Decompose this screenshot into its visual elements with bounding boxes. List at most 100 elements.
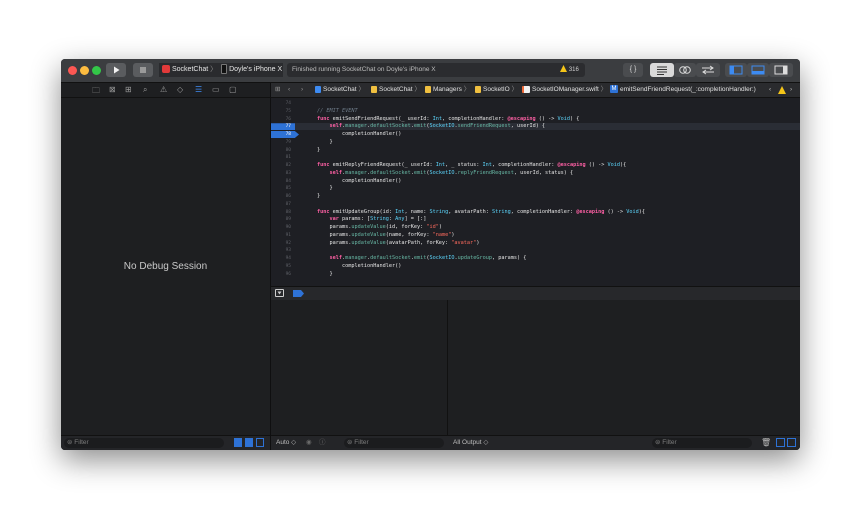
filter-option-3-icon[interactable] — [256, 438, 264, 447]
breadcrumb-managers[interactable]: Managers 〉 — [425, 83, 470, 97]
device-name: Doyle's iPhone X — [229, 66, 283, 73]
previous-issue-icon[interactable]: ‹ — [769, 83, 771, 97]
line-number: 87 — [285, 201, 291, 207]
debug-panel-icon — [751, 65, 765, 75]
test-icon[interactable]: ◇ — [177, 85, 183, 94]
hide-debug-area-icon[interactable] — [275, 289, 284, 297]
warning-icon — [560, 65, 567, 72]
console-filter-placeholder: Filter — [662, 439, 677, 446]
related-items-icon[interactable]: ⊞ — [275, 83, 280, 97]
breakpoints-active-icon[interactable] — [293, 290, 305, 297]
debug-icon[interactable]: ☰ — [195, 85, 202, 94]
version-arrows-icon — [702, 65, 714, 75]
scope-selector[interactable]: Auto ◇ — [276, 436, 296, 450]
code-line: params.updateValue(name, forKey: "name") — [317, 231, 455, 238]
line-number: 82 — [285, 163, 291, 168]
scheme-separator: 〉 — [210, 66, 218, 73]
line-number: 90 — [285, 225, 291, 230]
navigator-filter-field[interactable]: ⊜ Filter — [64, 438, 224, 448]
xcode-window: SocketChat 〉 Doyle's iPhone X Finished r… — [61, 59, 800, 450]
breadcrumb-method-label: emitSendFriendRequest(_:completionHandle… — [620, 86, 756, 93]
navigator-filter-bar: ⊜ Filter — [61, 435, 270, 450]
line-number-gutter[interactable]: 74 75 76 77 78 79 80 81 82 83 84 85 86 87 88 89 90 91 92 93… — [271, 98, 299, 286]
toggle-debug-area-button[interactable] — [747, 63, 769, 77]
code-line: self.manager.defaultSocket.emit(SocketIO… — [329, 255, 527, 261]
version-editor-button[interactable] — [696, 63, 720, 77]
editor-lines-icon — [657, 66, 667, 75]
debug-bottom-bar: Auto ◇ ◉ ⓘ ⊜ Filter All Output ◇ ⊜ Filte… — [271, 435, 800, 450]
standard-editor-button[interactable] — [650, 63, 674, 77]
breakpoint-icon[interactable]: ▭ — [212, 85, 220, 94]
code-line: } — [317, 193, 321, 199]
line-number: 81 — [285, 155, 291, 161]
code-line: completionHandler() — [317, 262, 402, 269]
line-number: 76 — [285, 116, 291, 122]
back-arrow-icon[interactable]: ‹ — [288, 83, 290, 97]
filter-option-2-icon[interactable] — [245, 438, 253, 447]
scheme-selector[interactable]: SocketChat 〉 Doyle's iPhone X — [159, 63, 283, 77]
breadcrumb-socketio[interactable]: SocketIO 〉 — [475, 83, 518, 97]
navigator-panel-icon — [729, 65, 743, 75]
issue-warning-icon[interactable] — [778, 86, 786, 94]
warning-indicator[interactable]: 316 — [560, 63, 579, 77]
show-console-icon[interactable] — [787, 438, 796, 447]
stop-button[interactable] — [133, 63, 153, 77]
activity-status: Finished running SocketChat on Doyle's i… — [287, 63, 585, 77]
swift-file-icon — [522, 85, 530, 93]
folder-icon[interactable]: 🗀 — [92, 85, 100, 99]
toggle-inspector-button[interactable] — [769, 63, 793, 77]
line-number: 75 — [285, 108, 291, 114]
source-control-icon[interactable]: ⊠ — [109, 85, 116, 94]
iphone-icon — [221, 64, 228, 75]
symbol-icon[interactable]: ⊞ — [125, 85, 132, 94]
folder-icon — [475, 85, 481, 93]
status-text: Finished running SocketChat on Doyle's i… — [292, 66, 436, 73]
variables-view[interactable] — [271, 300, 448, 436]
source-editor[interactable]: 74 75 76 77 78 79 80 81 82 83 84 85 86 87 88 89 90 91 92 93… — [271, 98, 800, 286]
toggle-navigator-button[interactable] — [725, 63, 747, 77]
code-line: func emitSendFriendRequest(_ userId: Int… — [317, 115, 580, 122]
line-number: 95 — [285, 263, 291, 269]
info-icon[interactable]: ⓘ — [319, 436, 326, 450]
filter-option-1-icon[interactable] — [234, 438, 242, 447]
run-button[interactable] — [106, 63, 126, 77]
assistant-editor-button[interactable] — [674, 63, 696, 77]
navigator-filter-placeholder: Filter — [74, 439, 89, 446]
show-variables-icon[interactable] — [776, 438, 785, 447]
console-filter-field[interactable]: ⊜ Filter — [652, 438, 752, 448]
code-line: } — [317, 270, 333, 277]
breadcrumb-file[interactable]: SocketIOManager.swift 〉 — [522, 83, 607, 97]
inspector-panel-icon — [774, 65, 788, 75]
variables-filter-field[interactable]: ⊜ Filter — [344, 438, 444, 448]
trash-icon[interactable]: 🗑 — [761, 436, 771, 450]
library-button[interactable]: { } — [623, 63, 643, 77]
line-number: 79 — [285, 139, 291, 145]
forward-arrow-icon[interactable]: › — [301, 83, 303, 97]
filter-icon: ⊜ — [67, 439, 73, 446]
line-number: 77 — [285, 124, 291, 130]
find-icon[interactable]: ⌕ — [143, 85, 147, 95]
report-icon[interactable]: ▢ — [229, 85, 237, 94]
line-number: 92 — [285, 240, 291, 246]
close-window-button[interactable] — [68, 66, 77, 75]
issue-icon[interactable]: ⚠ — [160, 85, 167, 94]
code-line: completionHandler() — [317, 131, 402, 137]
minimize-window-button[interactable] — [80, 66, 89, 75]
breadcrumb-project-label: SocketChat — [323, 86, 357, 93]
project-icon — [315, 85, 321, 93]
code-line: self.manager.defaultSocket.emit(SocketIO… — [329, 169, 574, 176]
output-selector[interactable]: All Output ◇ — [453, 436, 488, 450]
zoom-window-button[interactable] — [92, 66, 101, 75]
folder-icon — [425, 85, 431, 93]
stop-icon — [140, 67, 146, 73]
next-issue-icon[interactable]: › — [790, 83, 792, 97]
jump-bar: ⊞ ‹ › SocketChat 〉 SocketChat 〉 Managers… — [271, 83, 800, 98]
breadcrumb-group-label: SocketChat — [379, 86, 413, 93]
breadcrumb-project[interactable]: SocketChat 〉 — [315, 83, 365, 97]
console-view[interactable] — [448, 300, 800, 436]
quick-look-icon[interactable]: ◉ — [306, 436, 312, 450]
breadcrumb-group[interactable]: SocketChat 〉 — [371, 83, 421, 97]
breadcrumb-method[interactable]: MemitSendFriendRequest(_:completionHandl… — [610, 83, 756, 97]
filter-icon: ⊜ — [655, 439, 661, 446]
line-number: 91 — [285, 232, 291, 238]
